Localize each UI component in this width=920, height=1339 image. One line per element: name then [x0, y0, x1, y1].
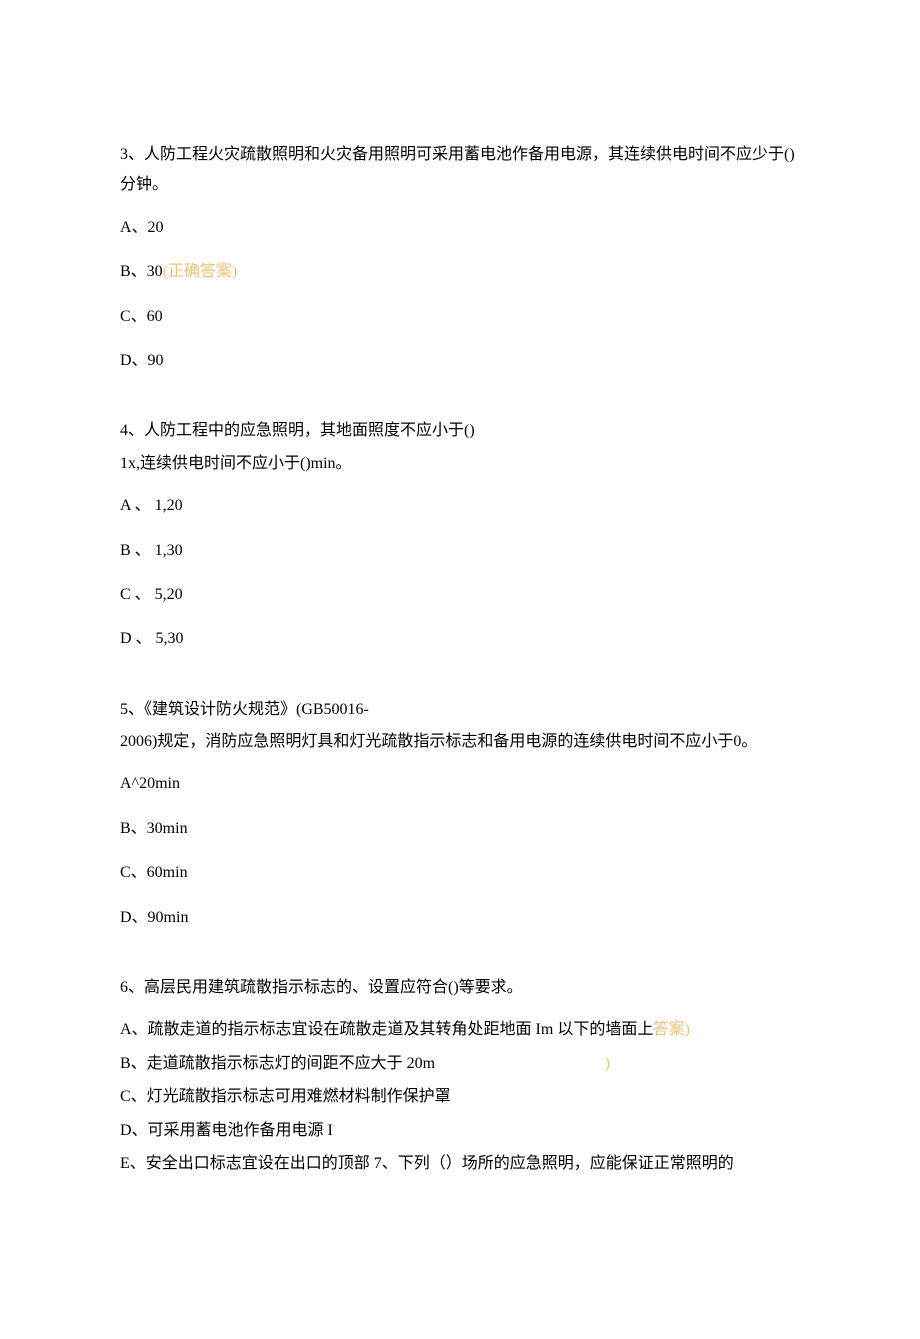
question-4: 4、人防工程中的应急照明，其地面照度不应小于() 1x,连续供电时间不应小于()…: [120, 416, 800, 654]
question-5-text-line2: 2006)规定，消防应急照明灯具和灯光疏散指示标志和备用电源的连续供电时间不应小…: [120, 727, 800, 757]
question-5-text-line1: 5、《建筑设计防火规范》(GB50016-: [120, 695, 800, 725]
question-3-option-d: D、90: [120, 346, 800, 376]
question-5-option-a: A^20min: [120, 769, 800, 799]
paren-fragment: ): [605, 1049, 610, 1079]
question-4-option-d: D 、 5,30: [120, 624, 800, 654]
question-6-option-e: E、安全出口标志宜设在出口的顶部 7、下列（）场所的应急照明，应能保证正常照明的: [120, 1149, 800, 1179]
question-3-option-b: B、30(正确答案): [120, 257, 800, 287]
question-4-option-c: C 、 5,20: [120, 580, 800, 610]
question-5-option-c: C、60min: [120, 858, 800, 888]
question-5-option-b: B、30min: [120, 814, 800, 844]
question-6-option-d: D、可采用蓄电池作备用电源 I: [120, 1116, 800, 1146]
question-4-text: 4、人防工程中的应急照明，其地面照度不应小于(): [120, 416, 800, 446]
question-6-option-a-label: A、疏散走道的指示标志宜设在疏散走道及其转角处距地面 Im 以下的墙面上: [120, 1021, 653, 1038]
correct-answer-label: (正确答案): [163, 263, 238, 280]
question-3: 3、人防工程火灾疏散照明和火灾备用照明可采用蓄电池作备用电源，其连续供电时间不应…: [120, 140, 800, 376]
question-3-option-a: A、20: [120, 213, 800, 243]
question-5-option-d: D、90min: [120, 903, 800, 933]
question-6-option-c: C、灯光疏散指示标志可用难燃材料制作保护罩: [120, 1082, 800, 1112]
question-6-option-a: A、疏散走道的指示标志宜设在疏散走道及其转角处距地面 Im 以下的墙面上 答案): [120, 1015, 800, 1045]
question-6: 6、高层民用建筑疏散指示标志的、设置应符合()等要求。 A、疏散走道的指示标志宜…: [120, 973, 800, 1179]
question-4-text-line2: 1x,连续供电时间不应小于()min。: [120, 449, 800, 479]
question-6-option-b: B、走道疏散指示标志灯的间距不应大于 20m ): [120, 1049, 800, 1079]
question-3-option-b-label: B、30: [120, 263, 163, 280]
question-6-text: 6、高层民用建筑疏散指示标志的、设置应符合()等要求。: [120, 973, 800, 1003]
question-3-text: 3、人防工程火灾疏散照明和火灾备用照明可采用蓄电池作备用电源，其连续供电时间不应…: [120, 140, 800, 201]
question-4-option-a: A 、 1,20: [120, 491, 800, 521]
question-5: 5、《建筑设计防火规范》(GB50016- 2006)规定，消防应急照明灯具和灯…: [120, 695, 800, 933]
question-3-option-c: C、60: [120, 302, 800, 332]
answer-fragment: 答案): [653, 1015, 690, 1045]
document-page: 3、人防工程火灾疏散照明和火灾备用照明可采用蓄电池作备用电源，其连续供电时间不应…: [0, 0, 920, 1339]
question-4-option-b: B 、 1,30: [120, 536, 800, 566]
question-6-option-b-label: B、走道疏散指示标志灯的间距不应大于 20m: [120, 1055, 435, 1072]
